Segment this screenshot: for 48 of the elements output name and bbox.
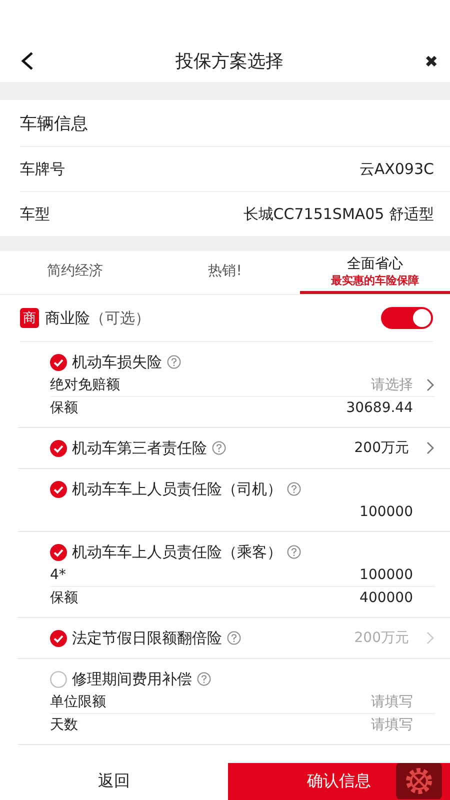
field-value: 长城CC7151SMA05 舒适型 [243,204,434,224]
help-icon[interactable] [287,545,301,559]
coverage-name: 机动车损失险 [72,352,162,372]
chevron-icon[interactable] [426,378,435,392]
help-icon[interactable] [227,631,241,645]
checkbox[interactable] [50,630,67,646]
coverage-name: 机动车车上人员责任险（乘客） [72,542,282,562]
coverage-name: 机动车车上人员责任险（司机） [72,480,282,498]
field-value: 400000 [360,590,413,606]
field-label: 单位限额 [50,693,106,711]
coverage-name: 机动车第三者责任险 [72,438,207,458]
close-button[interactable]: ✖ [424,52,438,70]
plan-tab[interactable]: 全面省心 最实惠的车险保障 [300,251,450,294]
field-value: 100000 [360,567,413,583]
toggle-switch[interactable] [381,307,433,329]
checkbox[interactable] [50,354,67,370]
field-label: 天数 [50,716,78,734]
help-icon[interactable] [167,355,181,369]
field-label: 车牌号 [20,160,65,178]
field-label: 保额 [50,589,78,607]
plan-tab[interactable]: 简约经济 [0,251,150,294]
gear-icon[interactable] [396,763,442,799]
field-label: 保额 [50,399,78,417]
back-icon[interactable] [20,51,34,71]
help-icon[interactable] [287,482,301,496]
chevron-icon[interactable] [426,441,435,455]
checkbox[interactable] [50,670,67,688]
coverage-name: 法定节假日限额翻倍险 [72,628,222,648]
help-icon[interactable] [197,672,211,686]
coverage-name: 修理期间费用补偿 [72,670,192,688]
checkbox[interactable] [50,544,67,560]
field-label: 4* [50,567,66,583]
plan-tab[interactable]: 热销! [150,251,300,294]
field-value: 30689.44 [346,400,413,416]
checkbox[interactable] [50,480,67,498]
field-label: 车型 [20,204,50,224]
checkbox[interactable] [50,440,67,456]
coverage-value[interactable]: 200万元 [354,439,409,457]
badge: 商 [20,308,39,328]
input-field[interactable]: 请填写 [365,717,413,733]
field-label: 绝对免赔额 [50,376,120,394]
field-value: 云AX093C [359,160,434,178]
section-label: 商业险（可选） [45,308,151,328]
help-icon[interactable] [212,441,226,455]
field-value: 100000 [360,504,413,520]
input-field[interactable]: 请填写 [365,694,413,710]
page-title: 投保方案选择 [174,50,284,73]
section-heading: 车辆信息 [20,112,88,134]
